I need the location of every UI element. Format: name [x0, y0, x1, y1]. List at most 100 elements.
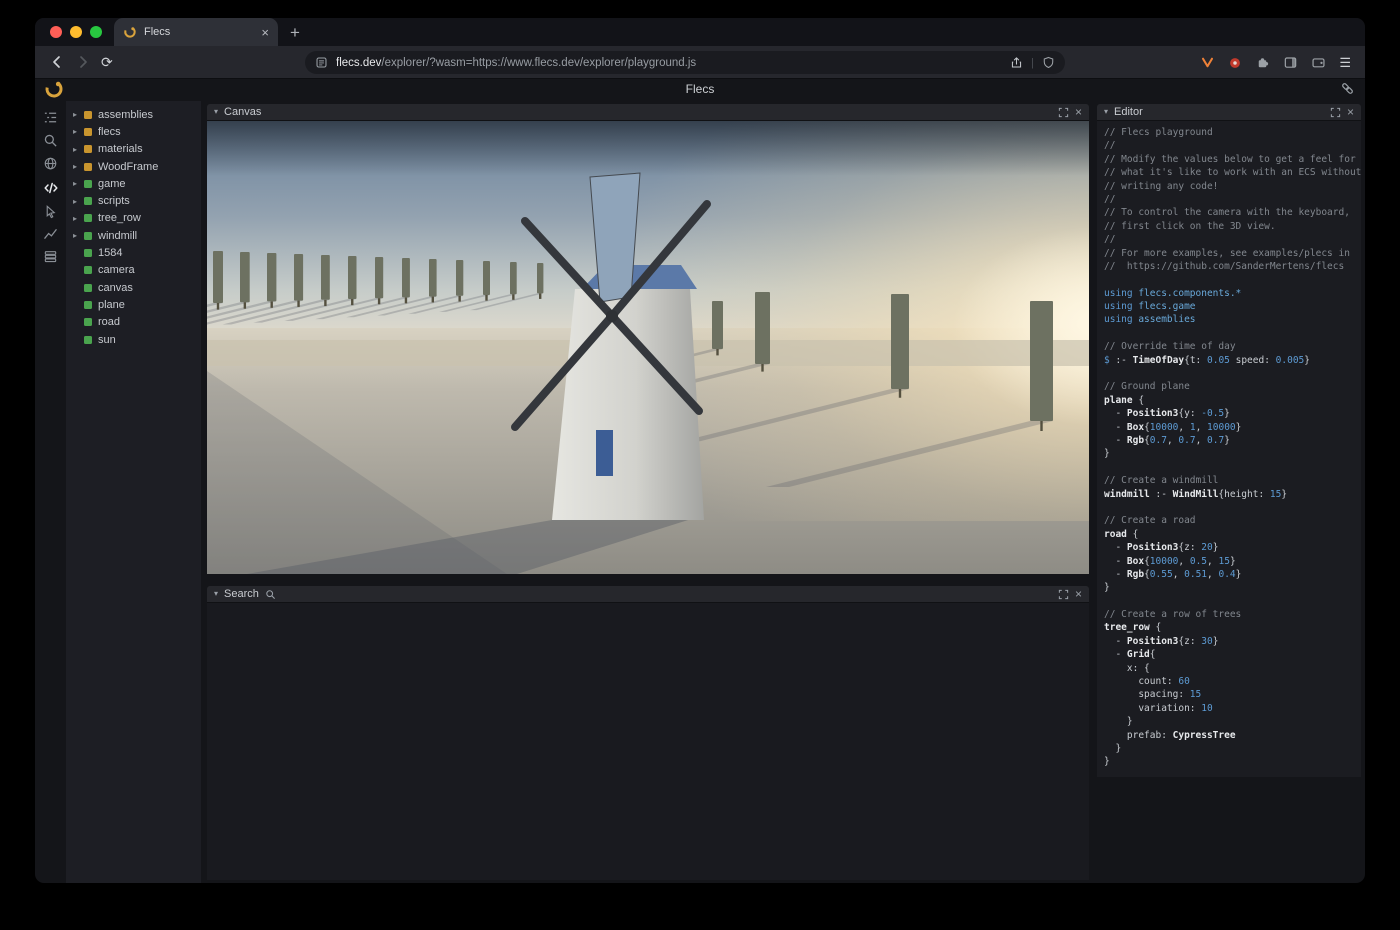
- code-line[interactable]: }: [1104, 447, 1361, 460]
- code-line[interactable]: // Override time of day: [1104, 340, 1361, 353]
- address-bar[interactable]: flecs.dev/explorer/?wasm=https://www.fle…: [305, 51, 1065, 74]
- code-line[interactable]: // Modify the values below to get a feel…: [1104, 153, 1361, 166]
- code-line[interactable]: road {: [1104, 528, 1361, 541]
- expand-caret-icon[interactable]: ▸: [73, 231, 84, 240]
- code-line[interactable]: - Position3{y: -0.5}: [1104, 407, 1361, 420]
- fullscreen-icon[interactable]: [1058, 107, 1069, 118]
- code-line[interactable]: - Position3{z: 30}: [1104, 635, 1361, 648]
- code-line[interactable]: //: [1104, 233, 1361, 246]
- editor-panel-header[interactable]: ▾ Editor ×: [1097, 104, 1361, 121]
- code-line[interactable]: // Ground plane: [1104, 380, 1361, 393]
- close-window-button[interactable]: [50, 26, 62, 38]
- collapse-chevron-icon[interactable]: ▾: [214, 108, 218, 116]
- pointer-icon[interactable]: [42, 203, 59, 220]
- code-line[interactable]: using assemblies: [1104, 313, 1361, 326]
- tree-item-road[interactable]: road: [66, 314, 201, 331]
- expand-caret-icon[interactable]: ▸: [73, 145, 84, 154]
- code-line[interactable]: // Flecs playground: [1104, 126, 1361, 139]
- reload-icon[interactable]: ⟳: [101, 55, 113, 69]
- tree-item-windmill[interactable]: ▸windmill: [66, 227, 201, 244]
- expand-caret-icon[interactable]: ▸: [73, 162, 84, 171]
- fullscreen-icon[interactable]: [1330, 107, 1341, 118]
- new-tab-button[interactable]: +: [290, 24, 300, 41]
- code-line[interactable]: - Rgb{0.7, 0.7, 0.7}: [1104, 434, 1361, 447]
- code-icon[interactable]: [42, 179, 59, 196]
- code-line[interactable]: }: [1104, 581, 1361, 594]
- code-line[interactable]: - Grid{: [1104, 648, 1361, 661]
- code-line[interactable]: // Create a road: [1104, 514, 1361, 527]
- collapse-chevron-icon[interactable]: ▾: [214, 590, 218, 598]
- sidebar-toggle-icon[interactable]: [1283, 55, 1298, 70]
- menu-icon[interactable]: ☰: [1339, 55, 1351, 71]
- tree-item-materials[interactable]: ▸materials: [66, 141, 201, 158]
- tree-item-WoodFrame[interactable]: ▸WoodFrame: [66, 158, 201, 175]
- code-line[interactable]: - Position3{z: 20}: [1104, 541, 1361, 554]
- minimize-window-button[interactable]: [70, 26, 82, 38]
- collapse-chevron-icon[interactable]: ▾: [1104, 108, 1108, 116]
- share-link-icon[interactable]: [1340, 81, 1355, 101]
- code-line[interactable]: //: [1104, 193, 1361, 206]
- extensions-puzzle-icon[interactable]: [1255, 55, 1270, 70]
- code-line[interactable]: tree_row {: [1104, 621, 1361, 634]
- tree-item-scripts[interactable]: ▸scripts: [66, 192, 201, 209]
- search-panel-header[interactable]: ▾ Search ×: [207, 586, 1089, 603]
- code-line[interactable]: // first click on the 3D view.: [1104, 220, 1361, 233]
- code-line[interactable]: x: {: [1104, 662, 1361, 675]
- maximize-window-button[interactable]: [90, 26, 102, 38]
- code-line[interactable]: prefab: CypressTree: [1104, 729, 1361, 742]
- code-line[interactable]: [1104, 367, 1361, 380]
- editor-code[interactable]: // Flecs playground//// Modify the value…: [1097, 121, 1361, 777]
- code-line[interactable]: // Create a row of trees: [1104, 608, 1361, 621]
- code-line[interactable]: variation: 10: [1104, 702, 1361, 715]
- tree-item-1584[interactable]: 1584: [66, 244, 201, 261]
- code-line[interactable]: - Rgb{0.55, 0.51, 0.4}: [1104, 568, 1361, 581]
- back-icon[interactable]: [49, 54, 65, 70]
- code-line[interactable]: - Box{10000, 0.5, 15}: [1104, 555, 1361, 568]
- expand-caret-icon[interactable]: ▸: [73, 179, 84, 188]
- fullscreen-icon[interactable]: [1058, 589, 1069, 600]
- canvas-3d-view[interactable]: [207, 121, 1089, 574]
- code-line[interactable]: }: [1104, 742, 1361, 755]
- tree-item-tree_row[interactable]: ▸tree_row: [66, 210, 201, 227]
- search-icon[interactable]: [42, 132, 59, 149]
- code-line[interactable]: [1104, 461, 1361, 474]
- expand-caret-icon[interactable]: ▸: [73, 127, 84, 136]
- stats-icon[interactable]: [42, 225, 59, 242]
- code-line[interactable]: // For more examples, see examples/plecs…: [1104, 247, 1361, 260]
- reader-icon[interactable]: [315, 56, 328, 69]
- code-line[interactable]: // writing any code!: [1104, 180, 1361, 193]
- expand-caret-icon[interactable]: ▸: [73, 110, 84, 119]
- entities-icon[interactable]: [42, 109, 59, 126]
- code-line[interactable]: // what it's like to work with an ECS wi…: [1104, 166, 1361, 179]
- code-line[interactable]: [1104, 595, 1361, 608]
- tree-item-sun[interactable]: sun: [66, 331, 201, 348]
- close-panel-icon[interactable]: ×: [1075, 106, 1082, 118]
- close-panel-icon[interactable]: ×: [1347, 106, 1354, 118]
- url-text[interactable]: flecs.dev/explorer/?wasm=https://www.fle…: [336, 57, 1002, 69]
- code-line[interactable]: $ :- TimeOfDay{t: 0.05 speed: 0.005}: [1104, 354, 1361, 367]
- code-line[interactable]: using flecs.game: [1104, 300, 1361, 313]
- tab-close-icon[interactable]: ×: [261, 26, 269, 39]
- code-line[interactable]: [1104, 501, 1361, 514]
- shield-icon[interactable]: [1042, 56, 1055, 69]
- code-line[interactable]: }: [1104, 715, 1361, 728]
- code-line[interactable]: windmill :- WindMill{height: 15}: [1104, 488, 1361, 501]
- close-panel-icon[interactable]: ×: [1075, 588, 1082, 600]
- wallet-icon[interactable]: [1311, 55, 1326, 70]
- code-line[interactable]: //: [1104, 139, 1361, 152]
- code-line[interactable]: }: [1104, 755, 1361, 768]
- code-line[interactable]: // https://github.com/SanderMertens/flec…: [1104, 260, 1361, 273]
- extension-badge-icon[interactable]: [1228, 56, 1242, 70]
- expand-caret-icon[interactable]: ▸: [73, 197, 84, 206]
- code-line[interactable]: // Create a windmill: [1104, 474, 1361, 487]
- tree-item-game[interactable]: ▸game: [66, 175, 201, 192]
- tree-item-assemblies[interactable]: ▸assemblies: [66, 106, 201, 123]
- code-line[interactable]: count: 60: [1104, 675, 1361, 688]
- code-line[interactable]: [1104, 327, 1361, 340]
- tree-item-camera[interactable]: camera: [66, 262, 201, 279]
- code-line[interactable]: // To control the camera with the keyboa…: [1104, 206, 1361, 219]
- code-line[interactable]: using flecs.components.*: [1104, 287, 1361, 300]
- code-line[interactable]: spacing: 15: [1104, 688, 1361, 701]
- code-line[interactable]: plane {: [1104, 394, 1361, 407]
- code-line[interactable]: - Box{10000, 1, 10000}: [1104, 421, 1361, 434]
